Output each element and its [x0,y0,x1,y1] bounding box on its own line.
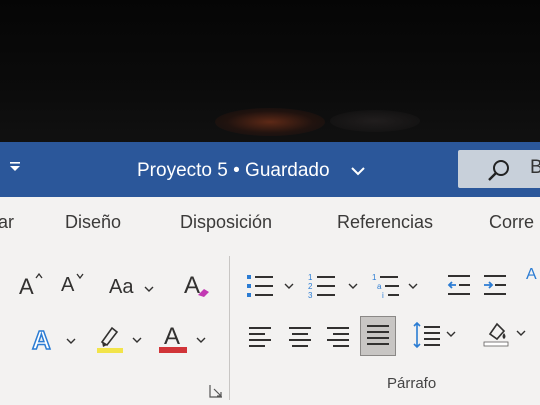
shrink-font-icon: A [61,274,75,296]
svg-text:i: i [382,291,384,300]
multilevel-list-button[interactable]: 1 a i [372,272,424,304]
line-spacing-icon [413,321,440,349]
chevron-down-icon[interactable] [349,163,367,179]
bullets-button[interactable] [246,272,298,304]
tab-disposicion[interactable]: Disposición [180,212,272,233]
increase-indent-icon [484,275,506,295]
svg-text:1: 1 [372,273,377,282]
align-left-icon [249,327,271,347]
svg-text:2: 2 [308,282,313,291]
highlighter-icon [97,326,123,353]
paragraph-group-label: Párrafo [387,375,437,392]
shrink-font-button[interactable]: A [58,272,88,302]
svg-text:a: a [377,282,382,291]
group-divider [229,256,230,400]
shading-button[interactable] [482,318,530,352]
decrease-indent-button[interactable] [446,272,472,300]
align-center-button[interactable] [288,324,314,350]
change-case-icon: Aa [109,276,134,298]
tab-insertar[interactable]: ar [0,212,14,233]
text-effects-icon: A [31,324,51,356]
decrease-indent-icon [447,275,470,295]
numbered-list-icon: 1 2 3 [308,273,335,300]
document-title[interactable]: Proyecto 5 • Guardado [137,158,330,184]
align-right-icon [327,327,349,347]
increase-indent-button[interactable] [482,272,508,300]
sort-icon: A [526,266,537,283]
screen: Proyecto 5 • Guardado B ar Diseño Dispos… [0,0,540,405]
justify-button[interactable] [360,316,396,356]
search-icon[interactable] [486,158,512,184]
justify-icon [367,325,389,345]
tab-diseno[interactable]: Diseño [65,212,121,233]
clear-formatting-button[interactable]: A [182,270,214,302]
screen-reflection-dark [330,110,420,132]
sort-button[interactable]: A [526,266,540,300]
search-placeholder: B [530,157,540,178]
align-right-button[interactable] [326,324,352,350]
grow-font-button[interactable]: A [16,272,46,302]
tab-correspondencia[interactable]: Corre [489,212,534,233]
align-left-button[interactable] [248,324,274,350]
shading-icon [483,322,509,347]
grow-font-icon: A [19,274,34,299]
font-color-button[interactable]: A [158,322,208,356]
highlight-color-button[interactable] [96,322,146,356]
screen-reflection [215,108,325,136]
line-spacing-button[interactable] [412,320,458,352]
svg-text:1: 1 [308,273,313,282]
svg-text:3: 3 [308,291,313,300]
customize-quick-access-icon[interactable] [6,160,24,178]
change-case-button[interactable]: Aa [106,272,156,302]
align-center-icon [289,327,311,347]
tab-referencias[interactable]: Referencias [337,212,433,233]
font-color-swatch [159,347,187,353]
text-effects-button[interactable]: A [30,324,80,356]
font-dialog-launcher-icon[interactable] [208,383,224,399]
bullet-list-icon [247,275,273,297]
numbering-button[interactable]: 1 2 3 [308,272,360,304]
multilevel-list-icon: 1 a i [372,273,399,300]
